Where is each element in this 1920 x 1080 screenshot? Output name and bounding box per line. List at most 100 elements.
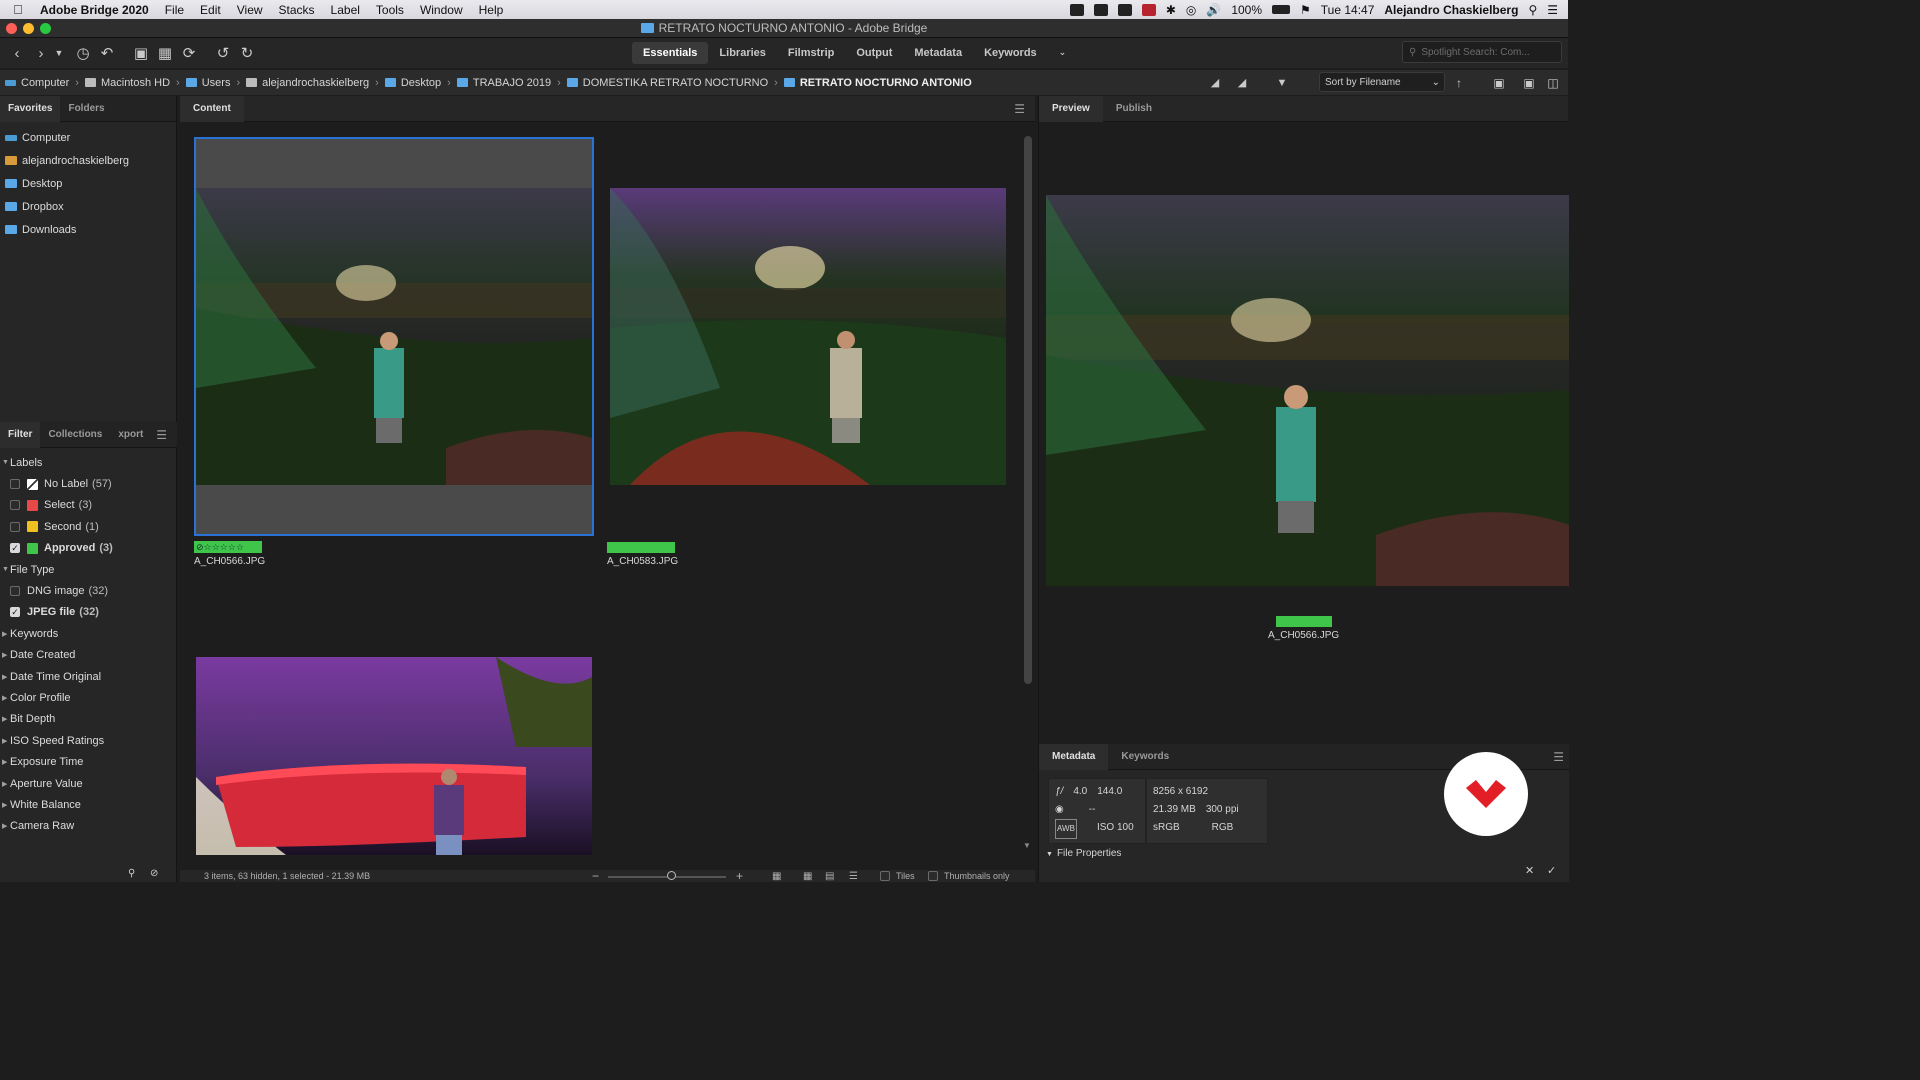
battery-percent[interactable]: 100% — [1231, 3, 1262, 17]
filter-filetype-jpeg[interactable]: ✓ JPEG file (32) — [0, 602, 177, 623]
minimize-window-button[interactable] — [23, 23, 34, 34]
checkbox[interactable] — [10, 521, 20, 532]
checkbox-checked[interactable]: ✓ — [10, 543, 20, 554]
panel-menu-icon[interactable]: ☰ — [1014, 102, 1025, 116]
workspace-more-chevron-icon[interactable]: ⌄ — [1048, 42, 1078, 64]
panel-menu-icon[interactable]: ☰ — [1553, 750, 1564, 764]
rating-filter-icon[interactable]: ◢ — [1203, 76, 1227, 89]
checkbox[interactable] — [10, 500, 20, 511]
workspace-output[interactable]: Output — [845, 42, 903, 64]
thumbnail-filename[interactable]: A_CH0566.JPG — [194, 556, 265, 567]
app-status-icon[interactable] — [1141, 3, 1156, 16]
trash-icon[interactable]: ◫ — [1541, 76, 1565, 90]
zoom-in-icon[interactable]: + — [736, 869, 743, 883]
pin-icon[interactable]: ⚲ — [128, 868, 135, 879]
tiles-checkbox[interactable] — [880, 871, 890, 881]
workspace-keywords[interactable]: Keywords — [973, 42, 1048, 64]
favorite-computer[interactable]: Computer — [0, 126, 176, 149]
refine-icon[interactable]: ▦ — [153, 44, 177, 62]
slider-handle[interactable] — [667, 871, 676, 880]
favorite-dropbox[interactable]: Dropbox — [0, 195, 176, 218]
tab-keywords[interactable]: Keywords — [1108, 744, 1182, 770]
filter-section-exposure-time[interactable]: ▶ Exposure Time — [0, 751, 177, 772]
thumbnail-image[interactable] — [610, 188, 1006, 485]
workspace-metadata[interactable]: Metadata — [903, 42, 973, 64]
filter-section-white-balance[interactable]: ▶ White Balance — [0, 794, 177, 815]
menu-tools[interactable]: Tools — [368, 3, 412, 17]
filter-section-aperture[interactable]: ▶ Aperture Value — [0, 773, 177, 794]
crumb-home[interactable]: alejandrochaskielberg › — [246, 77, 385, 89]
favorite-desktop[interactable]: Desktop — [0, 172, 176, 195]
filter-section-filetype[interactable]: ▼ File Type — [0, 559, 177, 580]
favorite-home[interactable]: alejandrochaskielberg — [0, 149, 176, 172]
crumb-current-folder[interactable]: RETRATO NOCTURNO ANTONIO — [783, 77, 972, 89]
panel-menu-icon[interactable]: ☰ — [156, 428, 167, 442]
tab-export[interactable]: xport — [110, 422, 151, 448]
tab-preview[interactable]: Preview — [1039, 95, 1103, 122]
spotlight-search-field[interactable]: ⚲ Spotlight Search: Com... — [1402, 41, 1562, 63]
filter-section-date-created[interactable]: ▶ Date Created — [0, 645, 177, 666]
filter-section-camera-raw[interactable]: ▶ Camera Raw — [0, 816, 177, 837]
wifi-icon[interactable]: ◎ — [1186, 3, 1196, 17]
favorite-downloads[interactable]: Downloads — [0, 218, 176, 241]
tab-favorites[interactable]: Favorites — [0, 95, 61, 122]
sync-icon[interactable]: ⟳ — [177, 44, 201, 62]
tab-publish[interactable]: Publish — [1103, 96, 1165, 122]
volume-icon[interactable]: 🔊 — [1206, 3, 1221, 17]
recent-files-icon[interactable]: ◷ — [71, 44, 95, 62]
clear-filter-icon[interactable]: ⊘ — [150, 868, 158, 879]
spotlight-icon[interactable]: ⚲ — [1528, 3, 1537, 17]
thumbnails-only-checkbox[interactable] — [928, 871, 938, 881]
scrollbar-thumb[interactable] — [1024, 136, 1032, 684]
checkbox[interactable] — [10, 479, 20, 490]
details-view-icon[interactable]: ▤ — [825, 871, 834, 882]
menu-window[interactable]: Window — [412, 3, 471, 17]
grid-view-icon[interactable]: ▦ — [772, 871, 781, 882]
preview-image[interactable] — [1046, 195, 1569, 586]
back-icon[interactable]: ‹ — [5, 45, 29, 62]
menu-view[interactable]: View — [229, 3, 271, 17]
chevron-down-icon[interactable]: ▼ — [53, 48, 65, 58]
filter-icon[interactable]: ▼ — [1270, 77, 1294, 89]
thumbnail-image[interactable] — [196, 188, 592, 485]
rating-stars[interactable]: ⊘☆☆☆☆☆ — [194, 541, 262, 553]
checkmark-icon[interactable]: ✓ — [1547, 864, 1556, 877]
close-icon[interactable]: ✕ — [1525, 864, 1534, 877]
shield-icon[interactable] — [1117, 3, 1132, 16]
filter-label-approved[interactable]: ✓ Approved (3) — [0, 538, 177, 559]
menu-stacks[interactable]: Stacks — [271, 3, 323, 17]
workspace-libraries[interactable]: Libraries — [708, 42, 776, 64]
tab-content[interactable]: Content — [180, 95, 244, 122]
user-name[interactable]: Alejandro Chaskielberg — [1384, 3, 1518, 17]
boomerang-icon[interactable]: ↶ — [95, 44, 119, 62]
app-menu[interactable]: Adobe Bridge 2020 — [36, 3, 157, 17]
control-center-icon[interactable]: ☰ — [1547, 3, 1558, 17]
zoom-out-icon[interactable]: − — [592, 869, 599, 883]
dropbox-icon[interactable] — [1093, 3, 1108, 16]
checkbox[interactable] — [10, 586, 20, 597]
crumb-macintosh-hd[interactable]: Macintosh HD › — [84, 77, 186, 89]
open-recent-icon[interactable]: ▣ — [1487, 76, 1511, 90]
clock[interactable]: Tue 14:47 — [1321, 3, 1375, 17]
tab-folders[interactable]: Folders — [60, 96, 112, 122]
rotate-left-icon[interactable]: ↺ — [211, 44, 235, 62]
forward-icon[interactable]: › — [29, 45, 53, 62]
workspace-filmstrip[interactable]: Filmstrip — [777, 42, 845, 64]
menu-edit[interactable]: Edit — [192, 3, 229, 17]
apple-menu-icon[interactable]:  — [0, 2, 36, 17]
tab-metadata[interactable]: Metadata — [1039, 743, 1109, 770]
menu-file[interactable]: File — [157, 3, 192, 17]
bluetooth-icon[interactable]: ✱ — [1166, 3, 1176, 17]
close-window-button[interactable] — [6, 23, 17, 34]
battery-icon[interactable] — [1272, 5, 1291, 14]
flag-icon[interactable]: ⚑ — [1300, 3, 1311, 17]
menu-label[interactable]: Label — [323, 3, 368, 17]
filter-label-select[interactable]: Select (3) — [0, 495, 177, 516]
crumb-trabajo[interactable]: TRABAJO 2019 › — [456, 77, 567, 89]
filter-section-keywords[interactable]: ▶ Keywords — [0, 623, 177, 644]
zoom-window-button[interactable] — [40, 23, 51, 34]
file-properties-section[interactable]: ▼ File Properties — [1046, 848, 1121, 859]
crumb-domestika[interactable]: DOMESTIKA RETRATO NOCTURNO › — [566, 77, 784, 89]
sort-dropdown[interactable]: Sort by Filename ⌄ — [1319, 72, 1445, 92]
filter-section-color-profile[interactable]: ▶ Color Profile — [0, 687, 177, 708]
